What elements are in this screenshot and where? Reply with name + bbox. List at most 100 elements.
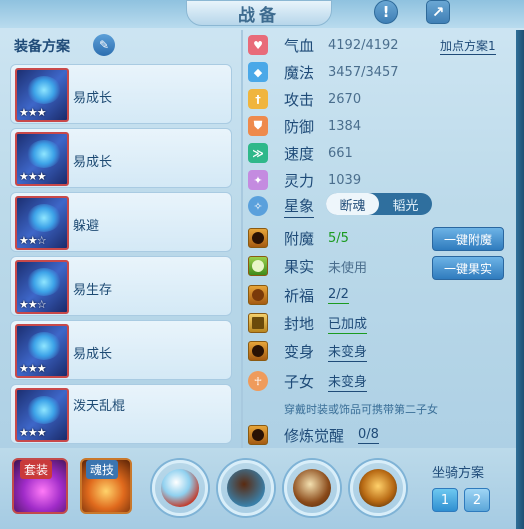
attribute-plan-link[interactable]: 加点方案1 bbox=[440, 37, 496, 55]
stat-name: 灵力 bbox=[284, 171, 315, 190]
skill-2-icon bbox=[227, 469, 265, 507]
extra-value: 5/5 bbox=[328, 230, 349, 246]
stat-row-attack: † 攻击 2670 bbox=[248, 86, 361, 112]
extra-value[interactable]: 0/8 bbox=[358, 427, 379, 444]
equipment-icon: ★★★ bbox=[15, 324, 69, 378]
extra-row-children: ☥ 子女 未变身 bbox=[248, 368, 368, 394]
stat-value: 2670 bbox=[328, 91, 362, 107]
stat-row-star: ✧ 星象 bbox=[248, 193, 315, 219]
star-sign-toggle[interactable]: 断魂 韬光 bbox=[326, 193, 432, 215]
star-rating: ★★☆ bbox=[19, 234, 47, 247]
extra-name: 祈福 bbox=[284, 286, 315, 305]
star-sign-link[interactable]: 星象 bbox=[284, 195, 315, 218]
equipment-card-4[interactable]: ★★☆ 易生存 bbox=[10, 256, 232, 316]
help-button[interactable]: ! bbox=[372, 0, 400, 24]
equipment-plan-list: 装备方案 ✎ ★★★ 易成长 ★★★ 易成长 ★★☆ 躲避 ★★☆ 易生存 ★★… bbox=[8, 30, 240, 446]
stat-row-speed: ≫ 速度 661 bbox=[248, 140, 353, 166]
fruit-icon bbox=[248, 256, 268, 276]
equipment-icon: ★★☆ bbox=[15, 196, 69, 250]
extra-row-fief: 封地 已加成 bbox=[248, 310, 368, 336]
stat-value: 661 bbox=[328, 145, 353, 161]
stat-value: 4192/4192 bbox=[328, 37, 399, 53]
stat-name: 魔法 bbox=[284, 63, 315, 82]
mount-plan-1-button[interactable]: 1 bbox=[432, 488, 458, 512]
extra-row-enchant: 附魔 5/5 bbox=[248, 225, 349, 251]
equipment-card-label: 易生存 bbox=[73, 283, 113, 298]
star-rating: ★★★ bbox=[19, 426, 47, 439]
soul-skill-label: 魂技 bbox=[86, 460, 119, 479]
stat-row-spirit: ✦ 灵力 1039 bbox=[248, 167, 361, 193]
star-rating: ★★★ bbox=[19, 170, 47, 183]
equipment-card-6[interactable]: ★★★ 泼天乱棍 bbox=[10, 384, 232, 444]
extra-row-blessing: 祈福 2/2 bbox=[248, 282, 349, 308]
extra-value[interactable]: 已加成 bbox=[328, 313, 368, 334]
star-rating: ★★☆ bbox=[19, 298, 47, 311]
transform-icon bbox=[248, 341, 268, 361]
speed-icon: ≫ bbox=[248, 143, 268, 163]
skill-1-icon bbox=[161, 469, 199, 507]
second-child-note: 穿戴时装或饰品可携带第二子女 bbox=[284, 403, 438, 416]
stat-name: 攻击 bbox=[284, 90, 315, 109]
mount-plan-2-button[interactable]: 2 bbox=[464, 488, 490, 512]
equipment-card-5[interactable]: ★★★ 易成长 bbox=[10, 320, 232, 380]
skill-slot-3[interactable] bbox=[284, 460, 340, 516]
extra-value: 未使用 bbox=[328, 260, 368, 276]
stat-value: 1039 bbox=[328, 172, 362, 188]
skill-slot-1[interactable] bbox=[152, 460, 208, 516]
equipment-icon: ★★★ bbox=[15, 388, 69, 442]
fief-icon bbox=[248, 313, 268, 333]
skill-slot-2[interactable] bbox=[218, 460, 274, 516]
extra-name: 附魔 bbox=[284, 229, 315, 248]
equipment-icon: ★★★ bbox=[15, 68, 69, 122]
extra-value[interactable]: 未变身 bbox=[328, 371, 368, 392]
extra-row-transform: 变身 未变身 bbox=[248, 338, 368, 364]
toggle-option-duanhun[interactable]: 断魂 bbox=[326, 193, 379, 215]
mount-plan-label: 坐骑方案 bbox=[432, 466, 485, 481]
page-title: 战备 bbox=[186, 0, 332, 26]
enchant-icon bbox=[248, 228, 268, 248]
edit-icon[interactable]: ✎ bbox=[93, 34, 115, 56]
stat-row-hp: ♥ 气血 4192/4192 bbox=[248, 32, 399, 58]
toggle-option-taoguang[interactable]: 韬光 bbox=[379, 193, 432, 215]
child-icon: ☥ bbox=[248, 371, 268, 391]
skill-4-icon bbox=[359, 469, 397, 507]
equipment-card-label: 易成长 bbox=[73, 91, 113, 106]
equipment-icon: ★★★ bbox=[15, 132, 69, 186]
stat-value: 1384 bbox=[328, 118, 362, 134]
star-rating: ★★★ bbox=[19, 106, 47, 119]
equipment-card-1[interactable]: ★★★ 易成长 bbox=[10, 64, 232, 124]
extra-value[interactable]: 2/2 bbox=[328, 287, 349, 304]
side-tab-strip[interactable] bbox=[516, 30, 524, 529]
equipment-card-label: 易成长 bbox=[73, 347, 113, 362]
column-divider bbox=[241, 30, 243, 448]
extra-value[interactable]: 未变身 bbox=[328, 341, 368, 362]
skill-slot-4[interactable] bbox=[350, 460, 406, 516]
extra-name: 封地 bbox=[284, 314, 315, 333]
stat-row-mp: ◆ 魔法 3457/3457 bbox=[248, 59, 399, 85]
suit-label: 套装 bbox=[20, 460, 53, 479]
heart-icon: ♥ bbox=[248, 35, 268, 55]
extra-name: 子女 bbox=[284, 372, 315, 391]
equipment-icon: ★★☆ bbox=[15, 260, 69, 314]
stat-name: 气血 bbox=[284, 36, 315, 55]
equipment-card-label: 躲避 bbox=[73, 219, 100, 234]
equipment-card-3[interactable]: ★★☆ 躲避 bbox=[10, 192, 232, 252]
blessing-icon bbox=[248, 285, 268, 305]
extra-row-fruit: 果实 未使用 bbox=[248, 253, 367, 279]
stat-value: 3457/3457 bbox=[328, 64, 399, 80]
sword-icon: † bbox=[248, 89, 268, 109]
equipment-card-label: 易成长 bbox=[73, 155, 113, 170]
battle-prep-panel: 战备 ! ↗ 装备方案 ✎ ★★★ 易成长 ★★★ 易成长 ★★☆ 躲避 ★★☆… bbox=[0, 0, 524, 529]
extra-row-awaken: 修炼觉醒 0/8 bbox=[248, 422, 379, 448]
share-icon: ↗ bbox=[426, 0, 450, 24]
exclamation-icon: ! bbox=[374, 0, 398, 24]
one-click-enchant-button[interactable]: 一键附魔 bbox=[432, 227, 504, 251]
spirit-icon: ✦ bbox=[248, 170, 268, 190]
star-icon: ✧ bbox=[248, 196, 268, 216]
equipment-plan-label: 装备方案 bbox=[14, 39, 70, 55]
share-button[interactable]: ↗ bbox=[424, 0, 452, 24]
equipment-card-2[interactable]: ★★★ 易成长 bbox=[10, 128, 232, 188]
one-click-fruit-button[interactable]: 一键果实 bbox=[432, 256, 504, 280]
shield-icon: ⛊ bbox=[248, 116, 268, 136]
diamond-icon: ◆ bbox=[248, 62, 268, 82]
